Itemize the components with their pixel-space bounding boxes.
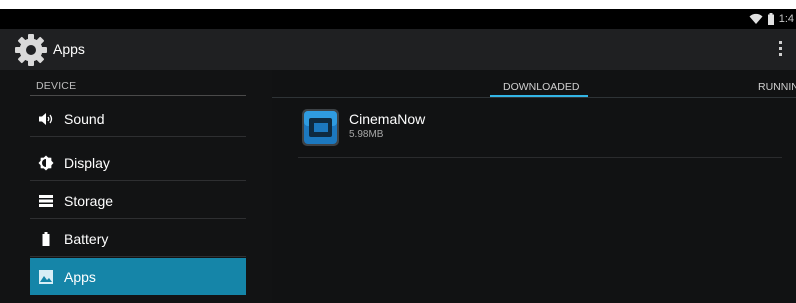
brightness-icon	[38, 155, 54, 171]
tab-downloaded[interactable]: DOWNLOADED	[503, 81, 579, 93]
sidebar-item-storage[interactable]: Storage	[30, 182, 246, 219]
settings-gear-icon[interactable]	[14, 33, 48, 67]
battery-icon	[767, 13, 774, 25]
apps-content: DOWNLOADED RUNNIN CinemaNow 5.98MB	[272, 70, 796, 303]
sidebar-item-label: Display	[64, 155, 110, 171]
section-divider	[30, 95, 246, 96]
item-divider	[30, 136, 246, 137]
list-divider	[298, 157, 782, 158]
item-divider	[30, 256, 246, 257]
item-divider	[30, 180, 246, 181]
tab-divider	[272, 97, 796, 98]
apps-picture-icon	[39, 270, 53, 284]
status-icons: 1:4	[749, 9, 796, 29]
sidebar-item-sound[interactable]: Sound	[30, 100, 246, 137]
action-bar: Apps	[0, 29, 796, 70]
sidebar-item-label: Sound	[64, 111, 105, 127]
tab-running[interactable]: RUNNIN	[758, 81, 796, 93]
battery-icon	[42, 232, 50, 246]
sidebar-item-apps[interactable]: Apps	[30, 258, 246, 295]
sidebar-item-battery[interactable]: Battery	[30, 220, 246, 257]
settings-sidebar: DEVICE Sound Display Storage Battery App…	[0, 70, 272, 303]
tablet-screen: 1:4 Apps DEVICE Sound Display Storage Ba…	[0, 9, 796, 303]
sidebar-item-label: Apps	[64, 269, 96, 285]
sidebar-item-label: Battery	[64, 231, 109, 247]
app-list-item[interactable]: CinemaNow 5.98MB	[298, 104, 782, 159]
cinemanow-app-icon	[302, 109, 339, 146]
page-title: Apps	[53, 41, 85, 57]
sidebar-item-display[interactable]: Display	[30, 144, 246, 181]
sidebar-item-label: Storage	[64, 193, 114, 209]
status-bar: 1:4	[0, 9, 796, 29]
app-size: 5.98MB	[349, 129, 384, 140]
volume-icon	[39, 113, 53, 125]
section-header-device: DEVICE	[36, 80, 77, 92]
overflow-menu-icon[interactable]	[776, 41, 784, 59]
clock: 1:4	[778, 13, 794, 25]
wifi-icon	[749, 13, 763, 24]
app-name: CinemaNow	[349, 111, 426, 127]
storage-icon	[39, 195, 53, 207]
item-divider	[30, 218, 246, 219]
app-tabs: DOWNLOADED RUNNIN	[272, 70, 796, 106]
